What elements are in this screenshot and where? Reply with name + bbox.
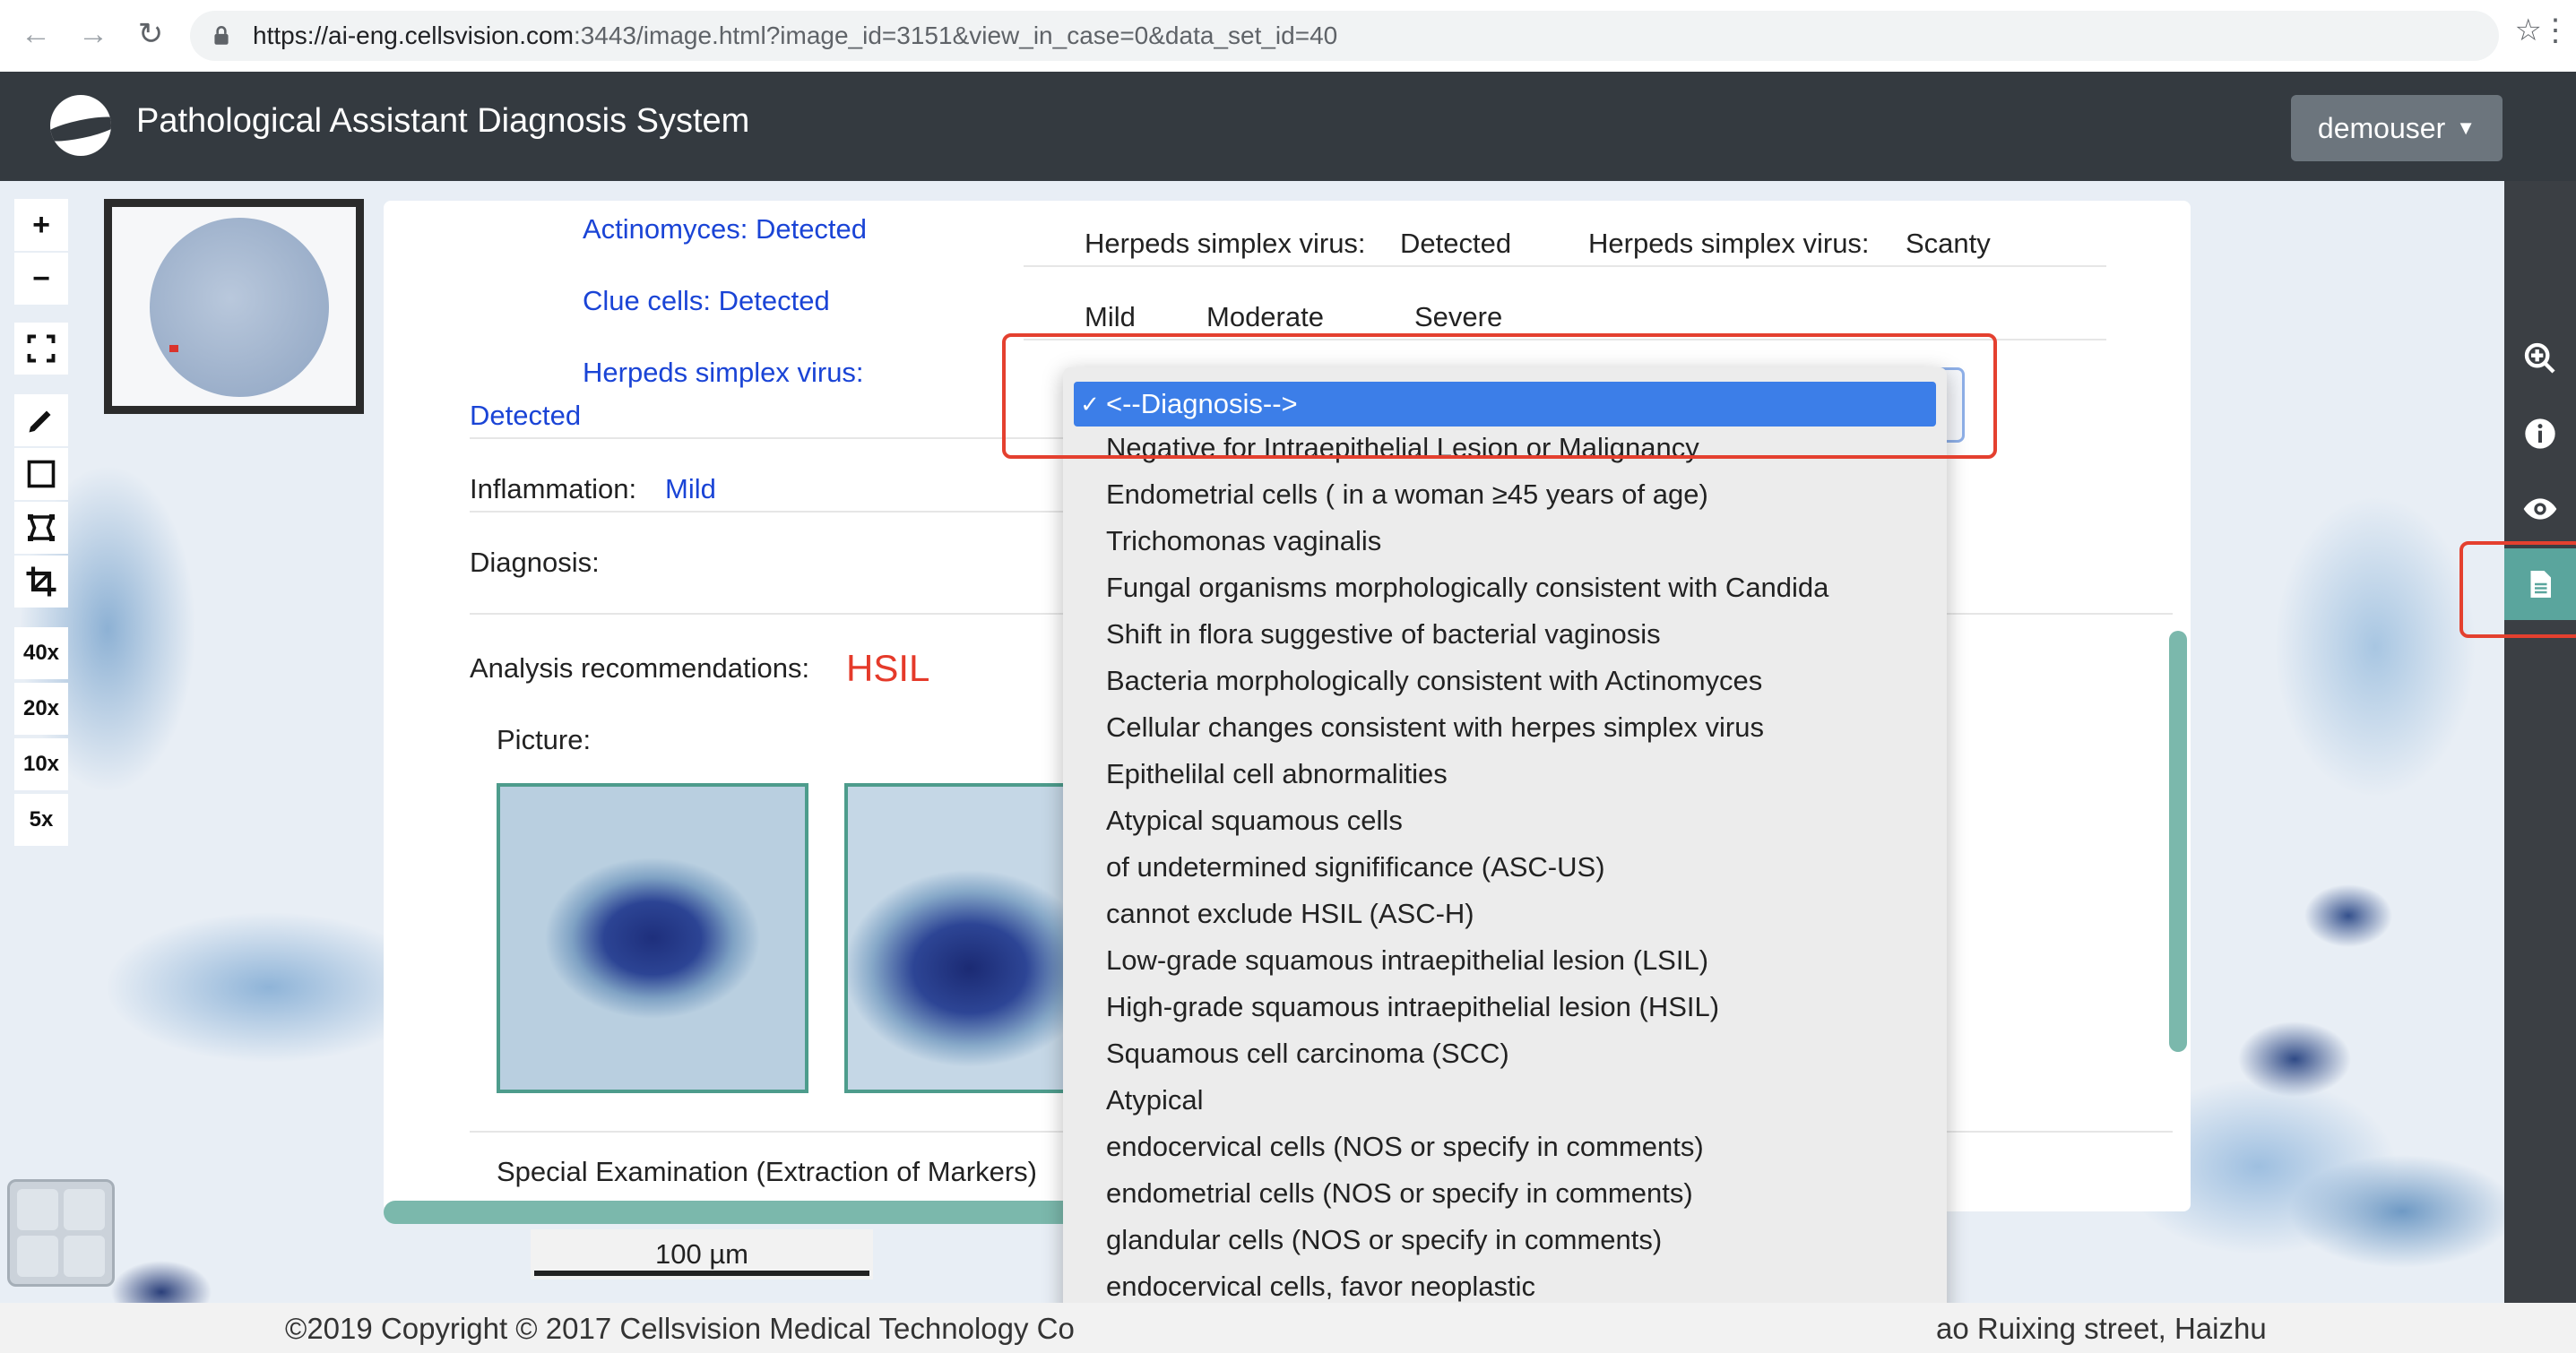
- dropdown-option[interactable]: Endometrial cells ( in a woman ≥45 years…: [1106, 478, 1708, 511]
- lock-icon: [214, 25, 229, 45]
- polygon-icon[interactable]: [14, 502, 68, 554]
- herpes-result-value: Detected: [470, 400, 582, 431]
- vertical-scrollbar[interactable]: [2169, 631, 2187, 1052]
- zoom-in-icon[interactable]: [2504, 323, 2576, 394]
- magnification-10x[interactable]: 10x: [14, 738, 68, 790]
- dropdown-option[interactable]: Squamous cell carcinoma (SCC): [1106, 1038, 1509, 1070]
- dropdown-option[interactable]: Fungal organisms morphologically consist…: [1106, 572, 1828, 604]
- dropdown-option[interactable]: endocervical cells (NOS or specify in co…: [1106, 1131, 1704, 1163]
- user-menu-button[interactable]: demouser ▼: [2290, 95, 2503, 161]
- zoom-out-button[interactable]: −: [14, 253, 68, 305]
- right-sidebar: [2504, 181, 2576, 1303]
- divider: [1024, 265, 2106, 267]
- dropdown-option[interactable]: Epithelilal cell abnormalities: [1106, 758, 1448, 790]
- crop-icon[interactable]: [14, 556, 68, 608]
- dropdown-option[interactable]: Atypical squamous cells: [1106, 805, 1403, 837]
- clue-cells-result: Clue cells: Detected: [583, 285, 830, 316]
- herpes-detected-value: Detected: [1400, 228, 1512, 259]
- fullscreen-icon[interactable]: [14, 323, 68, 375]
- diagnosis-label: Diagnosis:: [470, 547, 600, 578]
- inflammation-label: Inflammation:: [470, 473, 637, 504]
- herpes-scanty-label: Herpeds simplex virus:: [1588, 228, 1870, 259]
- dropdown-option[interactable]: High-grade squamous intraepithelial lesi…: [1106, 991, 1719, 1023]
- severity-severe[interactable]: Severe: [1414, 301, 1502, 333]
- dropdown-option[interactable]: Trichomonas vaginalis: [1106, 525, 1381, 557]
- url-host: https://ai-eng.cellsvision.com: [253, 22, 574, 49]
- footer-copyright: ©2019 Copyright © 2017 Cellsvision Medic…: [285, 1312, 1075, 1345]
- severity-mild[interactable]: Mild: [1085, 301, 1136, 333]
- viewport-marker: [169, 345, 178, 352]
- scale-label: 100 µm: [654, 1238, 749, 1270]
- app-header: Pathological Assistant Diagnosis System …: [0, 72, 2576, 181]
- magnification-5x[interactable]: 5x: [14, 794, 68, 846]
- special-exam-label: Special Examination (Extraction of Marke…: [497, 1156, 1038, 1187]
- diagnosis-dropdown: ✓ <--Diagnosis--> Negative for Intraepit…: [1063, 367, 1947, 1351]
- info-icon[interactable]: [2504, 398, 2576, 470]
- magnification-20x[interactable]: 20x: [14, 683, 68, 735]
- pencil-icon[interactable]: [14, 394, 68, 446]
- browser-toolbar: ← → ↻ https://ai-eng.cellsvision.com:344…: [0, 0, 2576, 73]
- dropdown-option[interactable]: glandular cells (NOS or specify in comme…: [1106, 1224, 1662, 1256]
- inflammation-value: Mild: [665, 473, 716, 504]
- picture-label: Picture:: [497, 724, 592, 755]
- dropdown-option[interactable]: cannot exclude HSIL (ASC-H): [1106, 898, 1474, 930]
- severity-moderate[interactable]: Moderate: [1206, 301, 1324, 333]
- rectangle-icon[interactable]: [14, 448, 68, 500]
- footer-address: ao Ruixing street, Haizhu: [1936, 1312, 2267, 1345]
- app-title: Pathological Assistant Diagnosis System: [136, 102, 750, 140]
- layout-grid-icon[interactable]: [7, 1179, 115, 1287]
- dropdown-option[interactable]: endometrial cells (NOS or specify in com…: [1106, 1177, 1693, 1210]
- zoom-in-button[interactable]: +: [14, 199, 68, 251]
- slide-thumbnail[interactable]: [104, 199, 364, 414]
- analysis-label: Analysis recommendations:: [470, 652, 810, 684]
- dropdown-option[interactable]: Atypical: [1106, 1084, 1204, 1116]
- scale-bar: 100 µm: [531, 1229, 873, 1280]
- star-icon[interactable]: ☆: [2515, 13, 2542, 48]
- highlight-report-button: [2459, 541, 2576, 638]
- logo: [50, 95, 111, 156]
- footer: ©2019 Copyright © 2017 Cellsvision Medic…: [0, 1303, 2576, 1353]
- caret-down-icon: ▼: [2456, 116, 2476, 139]
- actinomyces-result: Actinomyces: Detected: [583, 213, 868, 245]
- back-icon[interactable]: ←: [16, 14, 56, 54]
- menu-icon[interactable]: ⋮: [2540, 13, 2571, 48]
- reload-icon[interactable]: ↻: [131, 14, 170, 54]
- herpes-scanty-value: Scanty: [1906, 228, 1991, 259]
- herpes-detected-label: Herpeds simplex virus:: [1085, 228, 1366, 259]
- highlight-diagnosis-select: [1002, 333, 1997, 459]
- address-bar[interactable]: https://ai-eng.cellsvision.com:3443/imag…: [190, 11, 2499, 61]
- url-path: :3443/image.html?image_id=3151&view_in_c…: [573, 22, 1338, 49]
- dropdown-option[interactable]: of undetermined signifificance (ASC-US): [1106, 851, 1605, 883]
- dropdown-option[interactable]: Bacteria morphologically consistent with…: [1106, 665, 1762, 697]
- magnification-40x[interactable]: 40x: [14, 627, 68, 679]
- user-name: demouser: [2317, 111, 2446, 144]
- eye-icon[interactable]: [2504, 473, 2576, 545]
- dropdown-option[interactable]: Cellular changes consistent with herpes …: [1106, 711, 1764, 744]
- dropdown-option[interactable]: endocervical cells, favor neoplastic: [1106, 1271, 1535, 1303]
- forward-icon[interactable]: →: [73, 14, 113, 54]
- analysis-value: HSIL: [846, 647, 930, 689]
- cell-image-1[interactable]: [497, 783, 808, 1093]
- herpes-result-label: Herpeds simplex virus:: [583, 357, 864, 388]
- dropdown-option[interactable]: Low-grade squamous intraepithelial lesio…: [1106, 944, 1708, 977]
- dropdown-option[interactable]: Shift in flora suggestive of bacterial v…: [1106, 618, 1661, 651]
